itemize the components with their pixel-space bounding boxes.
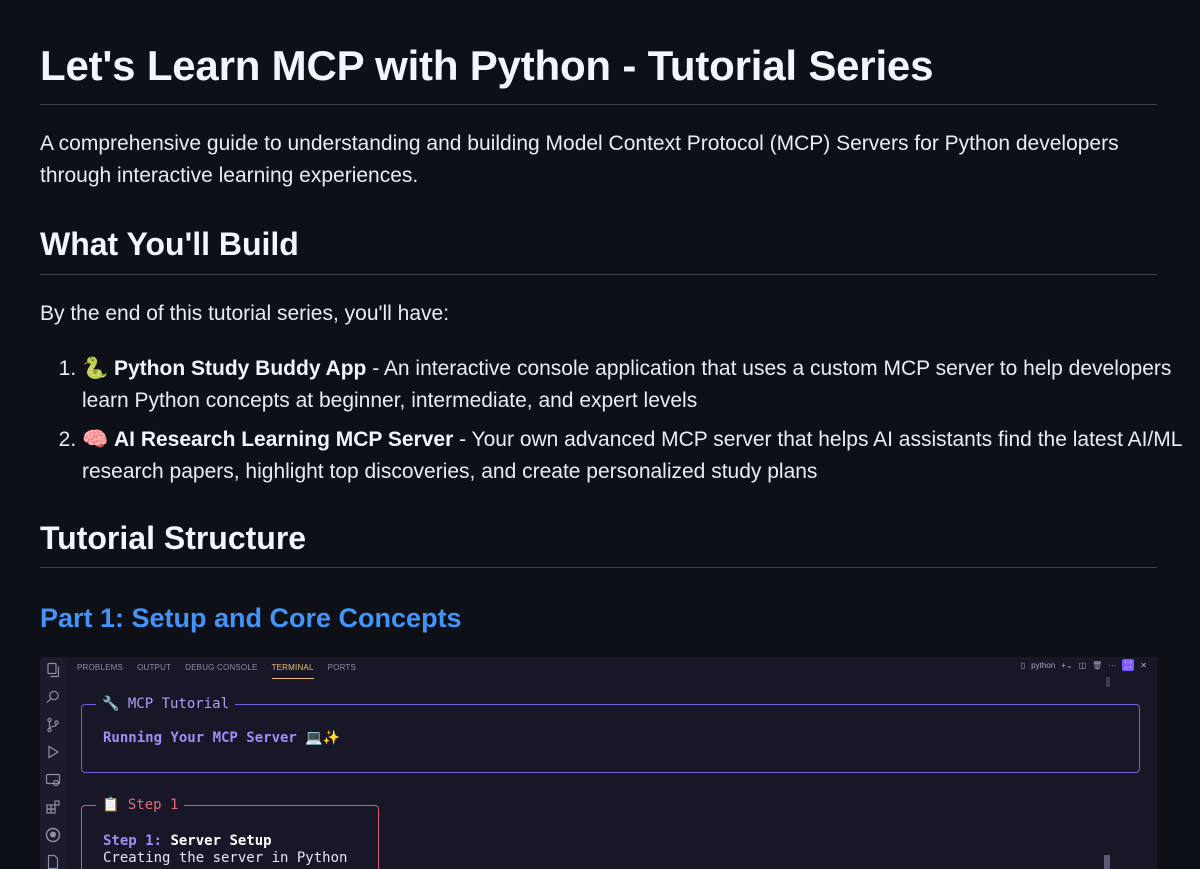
explorer-icon[interactable] [45, 662, 61, 678]
step-heading: Step 1: Server Setup [103, 833, 272, 849]
run-debug-icon[interactable] [45, 744, 61, 760]
tutorial-banner-box: 🔧 MCP Tutorial Running Your MCP Server 💻… [81, 694, 1140, 773]
github-icon[interactable] [45, 827, 61, 843]
tab-problems[interactable]: PROBLEMS [77, 661, 123, 679]
list-item: 🐍 Python Study Buddy App - An interactiv… [82, 352, 1197, 417]
item-name: AI Research Learning MCP Server [114, 428, 454, 451]
tab-output[interactable]: OUTPUT [137, 661, 171, 679]
list-item: 🧠 AI Research Learning MCP Server - Your… [82, 423, 1197, 488]
terminal-icon: ▯ [1020, 660, 1026, 670]
new-terminal-button[interactable]: +⌄ [1061, 661, 1072, 670]
file-icon[interactable] [45, 854, 61, 869]
panel-tabs: PROBLEMS OUTPUT DEBUG CONSOLE TERMINAL P… [77, 661, 356, 679]
build-divider [40, 274, 1157, 275]
activity-bar [40, 657, 66, 869]
step-title: Server Setup [170, 833, 272, 849]
item-name: Python Study Buddy App [114, 357, 367, 380]
tab-terminal[interactable]: TERMINAL [271, 661, 314, 679]
ide-screenshot: PROBLEMS OUTPUT DEBUG CONSOLE TERMINAL P… [40, 657, 1157, 869]
step-box-title: 📋 Step 1 [96, 795, 185, 815]
banner-line: Running Your MCP Server 💻✨ [103, 730, 341, 746]
page-title: Let's Learn MCP with Python - Tutorial S… [40, 42, 934, 89]
more-actions-icon[interactable]: ··· [1108, 661, 1116, 670]
step-detail: Creating the server in Python [103, 850, 348, 866]
trash-icon[interactable]: 🗑 [1092, 661, 1102, 670]
close-icon[interactable]: ✕ [1140, 661, 1147, 670]
structure-divider [40, 567, 1157, 568]
extensions-icon[interactable] [45, 799, 61, 815]
panel-actions: ▯ python +⌄ ◫ 🗑 ··· ⛶ ✕ [1021, 659, 1147, 671]
source-control-icon[interactable] [45, 717, 61, 733]
title-divider [40, 104, 1157, 105]
tab-ports[interactable]: PORTS [328, 661, 356, 679]
readme-page: Let's Learn MCP with Python - Tutorial S… [0, 0, 1200, 869]
banner-title: 🔧 MCP Tutorial [96, 694, 236, 714]
build-list: 🐍 Python Study Buddy App - An interactiv… [40, 352, 1197, 494]
remote-explorer-icon[interactable] [45, 772, 61, 788]
terminal-name[interactable]: python [1031, 661, 1055, 670]
build-lead: By the end of this tutorial series, you'… [40, 302, 450, 325]
scrollbar-thumb[interactable] [1104, 855, 1110, 869]
part1-heading[interactable]: Part 1: Setup and Core Concepts [40, 600, 462, 636]
maximize-panel-icon[interactable]: ⛶ [1122, 659, 1135, 671]
intro-paragraph: A comprehensive guide to understanding a… [40, 132, 1119, 187]
step-label: Step 1: [103, 833, 163, 849]
scrollbar-top[interactable] [1106, 677, 1110, 687]
search-icon[interactable] [45, 689, 61, 705]
step-box: 📋 Step 1 Step 1: Server Setup Creating t… [81, 795, 379, 869]
build-heading: What You'll Build [40, 226, 299, 262]
tab-debug-console[interactable]: DEBUG CONSOLE [185, 661, 257, 679]
structure-heading: Tutorial Structure [40, 520, 307, 556]
snake-icon: 🐍 [82, 356, 109, 380]
split-terminal-icon[interactable]: ◫ [1079, 661, 1087, 670]
brain-icon: 🧠 [82, 427, 109, 451]
